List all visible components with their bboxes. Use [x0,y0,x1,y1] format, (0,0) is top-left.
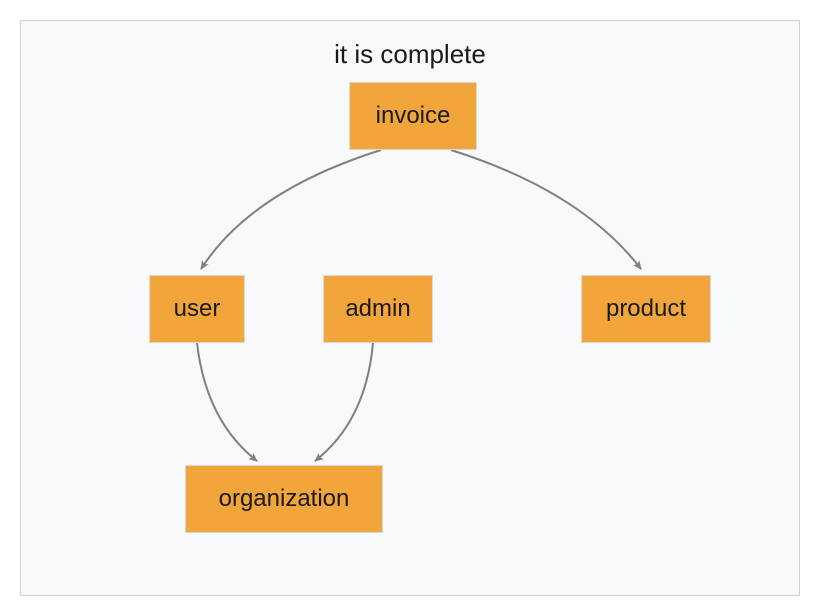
node-label: admin [345,295,410,323]
diagram-container: it is complete invoice user admin produc… [20,20,800,596]
node-user[interactable]: user [149,275,245,343]
edge-invoice-product [451,150,641,269]
node-label: user [174,295,221,323]
node-organization[interactable]: organization [185,465,383,533]
edge-admin-organization [315,343,373,461]
diagram-title: it is complete [334,39,486,70]
node-product[interactable]: product [581,275,711,343]
node-label: organization [219,485,350,513]
node-label: invoice [376,102,451,130]
node-label: product [606,295,686,323]
edge-user-organization [197,343,257,461]
node-admin[interactable]: admin [323,275,433,343]
edge-invoice-user [201,150,381,269]
node-invoice[interactable]: invoice [349,82,477,150]
